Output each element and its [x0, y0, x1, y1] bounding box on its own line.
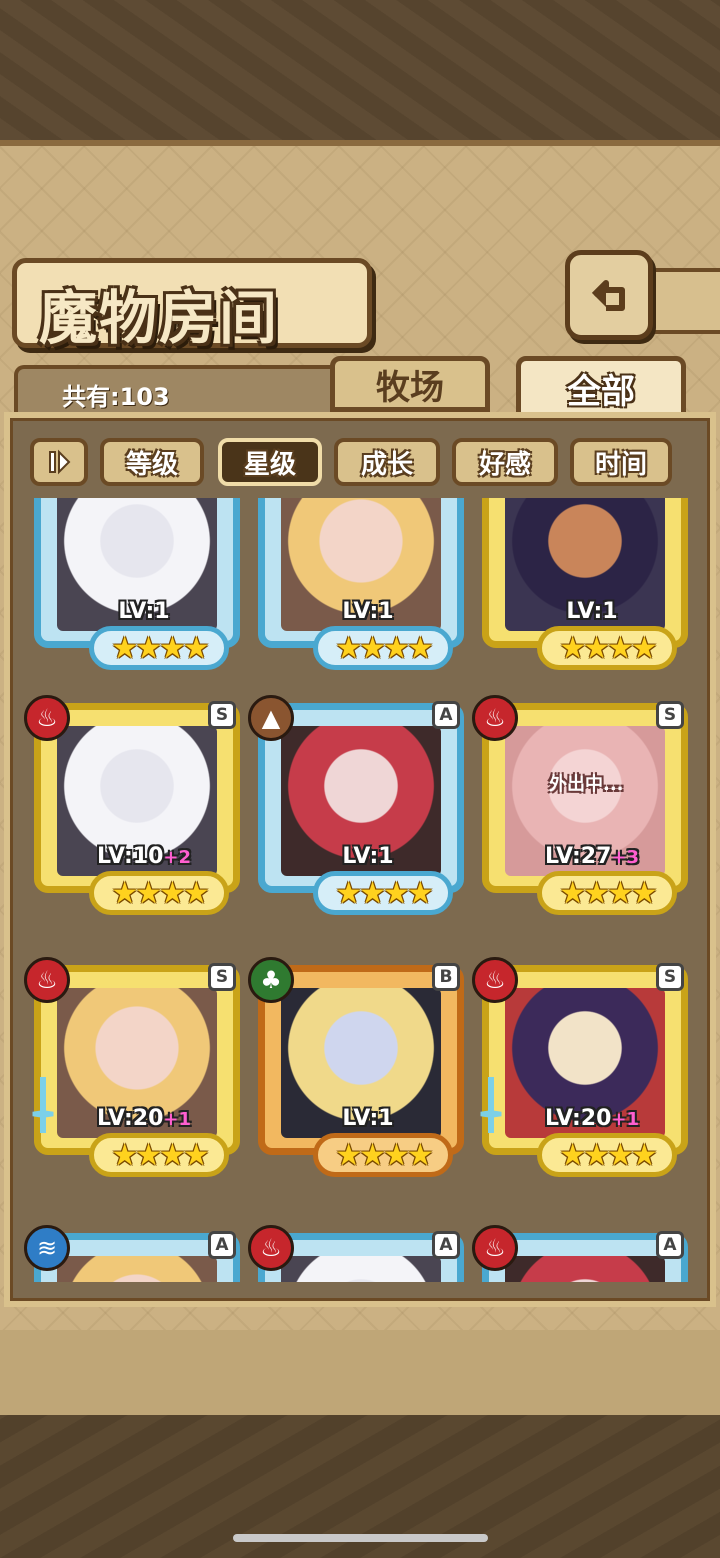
level-label: LV:1	[265, 844, 471, 869]
level-label: LV:10+2	[41, 844, 247, 869]
star-rating: ★★★★	[313, 1133, 453, 1177]
rank-badge: A	[432, 1231, 460, 1259]
level-label: LV:20+1	[489, 1106, 695, 1131]
fire-element-icon: ♨	[472, 1225, 518, 1271]
level-label: LV:1	[41, 599, 247, 624]
level-value: LV:1	[566, 599, 618, 624]
monster-card[interactable]: LV:20+1 ★★★★ ♨ S	[24, 957, 240, 1205]
rank-badge: S	[656, 701, 684, 729]
level-value: LV:1	[118, 599, 170, 624]
sort-affection-label: 好感	[478, 449, 531, 480]
monster-portrait	[57, 1256, 217, 1282]
level-value: LV:20	[96, 1106, 164, 1131]
fire-element-icon: ♨	[472, 957, 518, 1003]
rank-badge: B	[432, 963, 460, 991]
monster-card[interactable]: ♨ A	[472, 1225, 688, 1282]
fire-element-icon: ♨	[472, 695, 518, 741]
star-rating: ★★★★	[89, 871, 229, 915]
level-value: LV:20	[544, 1106, 612, 1131]
sort-by-growth[interactable]: 成长	[334, 438, 440, 486]
level-label: LV:20+1	[41, 1106, 247, 1131]
monster-card[interactable]: ≋ A	[24, 1225, 240, 1282]
monster-card[interactable]: LV:1 ★★★★ ♣ B	[248, 957, 464, 1205]
sort-time-label: 时间	[594, 449, 647, 480]
monster-card[interactable]: LV:1 ★★★★	[34, 498, 240, 698]
title-plate: 魔物房间	[12, 258, 372, 352]
star-rating: ★★★★	[89, 626, 229, 670]
return-arrow-icon	[591, 280, 625, 311]
sort-by-affection[interactable]: 好感	[452, 438, 558, 486]
level-bonus: +1	[163, 1109, 192, 1130]
fire-element-icon: ♨	[248, 1225, 294, 1271]
fire-element-icon: ♨	[24, 695, 70, 741]
tab-all[interactable]: 全部	[516, 356, 686, 420]
sort-level-label: 等级	[125, 449, 178, 480]
tab-all-label: 全部	[567, 371, 635, 412]
rank-badge: S	[208, 701, 236, 729]
level-value: LV:1	[342, 599, 394, 624]
rank-badge: S	[656, 963, 684, 991]
level-value: LV:10	[96, 844, 164, 869]
home-indicator[interactable]	[233, 1534, 488, 1542]
level-value: LV:1	[342, 1106, 394, 1131]
sort-order-toggle[interactable]	[30, 438, 88, 486]
monster-count: 共有:103	[62, 383, 170, 411]
rank-badge: A	[208, 1231, 236, 1259]
leaf-element-icon: ♣	[248, 957, 294, 1003]
star-rating: ★★★★	[537, 1133, 677, 1177]
sort-by-stars[interactable]: 星级	[218, 438, 322, 486]
level-value: LV:1	[342, 844, 394, 869]
monster-card[interactable]: ♨ A	[248, 1225, 464, 1282]
monster-card[interactable]: LV:10+2 ★★★★ ♨ S	[24, 695, 240, 943]
rank-badge: S	[208, 963, 236, 991]
level-value: LV:27	[544, 844, 612, 869]
level-bonus: +2	[163, 847, 192, 868]
star-rating: ★★★★	[313, 626, 453, 670]
star-rating: ★★★★	[89, 1133, 229, 1177]
monster-card[interactable]: LV:1 ★★★★ ▲ A	[248, 695, 464, 943]
sort-by-time[interactable]: 时间	[570, 438, 672, 486]
monster-card[interactable]: LV:20+1 ★★★★ ♨ S	[472, 957, 688, 1205]
monster-grid[interactable]: LV:1 ★★★★ LV:1 ★★★★ LV:1 ★★★★ LV:10+2 ★★★★ ♨ S LV:…	[20, 498, 700, 1282]
monster-card[interactable]: LV:1 ★★★★	[258, 498, 464, 698]
level-bonus: +3	[611, 847, 640, 868]
water-element-icon: ≋	[24, 1225, 70, 1271]
star-rating: ★★★★	[537, 871, 677, 915]
level-label: LV:1	[489, 599, 695, 624]
count-bar: 共有:103	[14, 365, 362, 417]
monster-card[interactable]: LV:1 ★★★★	[482, 498, 688, 698]
pause-sort-icon	[49, 449, 71, 475]
level-label: LV:1	[265, 599, 471, 624]
sort-growth-label: 成长	[360, 449, 413, 480]
sort-by-level[interactable]: 等级	[100, 438, 204, 486]
map-background-top	[0, 0, 720, 140]
earth-element-icon: ▲	[248, 695, 294, 741]
fire-element-icon: ♨	[24, 957, 70, 1003]
torn-paper-edge	[0, 1330, 720, 1415]
monster-portrait	[281, 1256, 441, 1282]
page-title: 魔物房间	[39, 284, 280, 352]
monster-card[interactable]: 外出中... LV:27+3 ★★★★ ♨ S	[472, 695, 688, 943]
rank-badge: A	[656, 1231, 684, 1259]
star-rating: ★★★★	[537, 626, 677, 670]
rank-badge: A	[432, 701, 460, 729]
back-button[interactable]	[565, 250, 653, 340]
tab-ranch-label: 牧场	[376, 367, 444, 408]
away-status: 外出中...	[549, 774, 624, 795]
tab-ranch[interactable]: 牧场	[330, 356, 490, 412]
monster-portrait	[505, 1256, 665, 1282]
sort-stars-label: 星级	[243, 449, 296, 480]
level-bonus: +1	[611, 1109, 640, 1130]
star-rating: ★★★★	[313, 871, 453, 915]
level-label: LV:27+3	[489, 844, 695, 869]
level-label: LV:1	[265, 1106, 471, 1131]
